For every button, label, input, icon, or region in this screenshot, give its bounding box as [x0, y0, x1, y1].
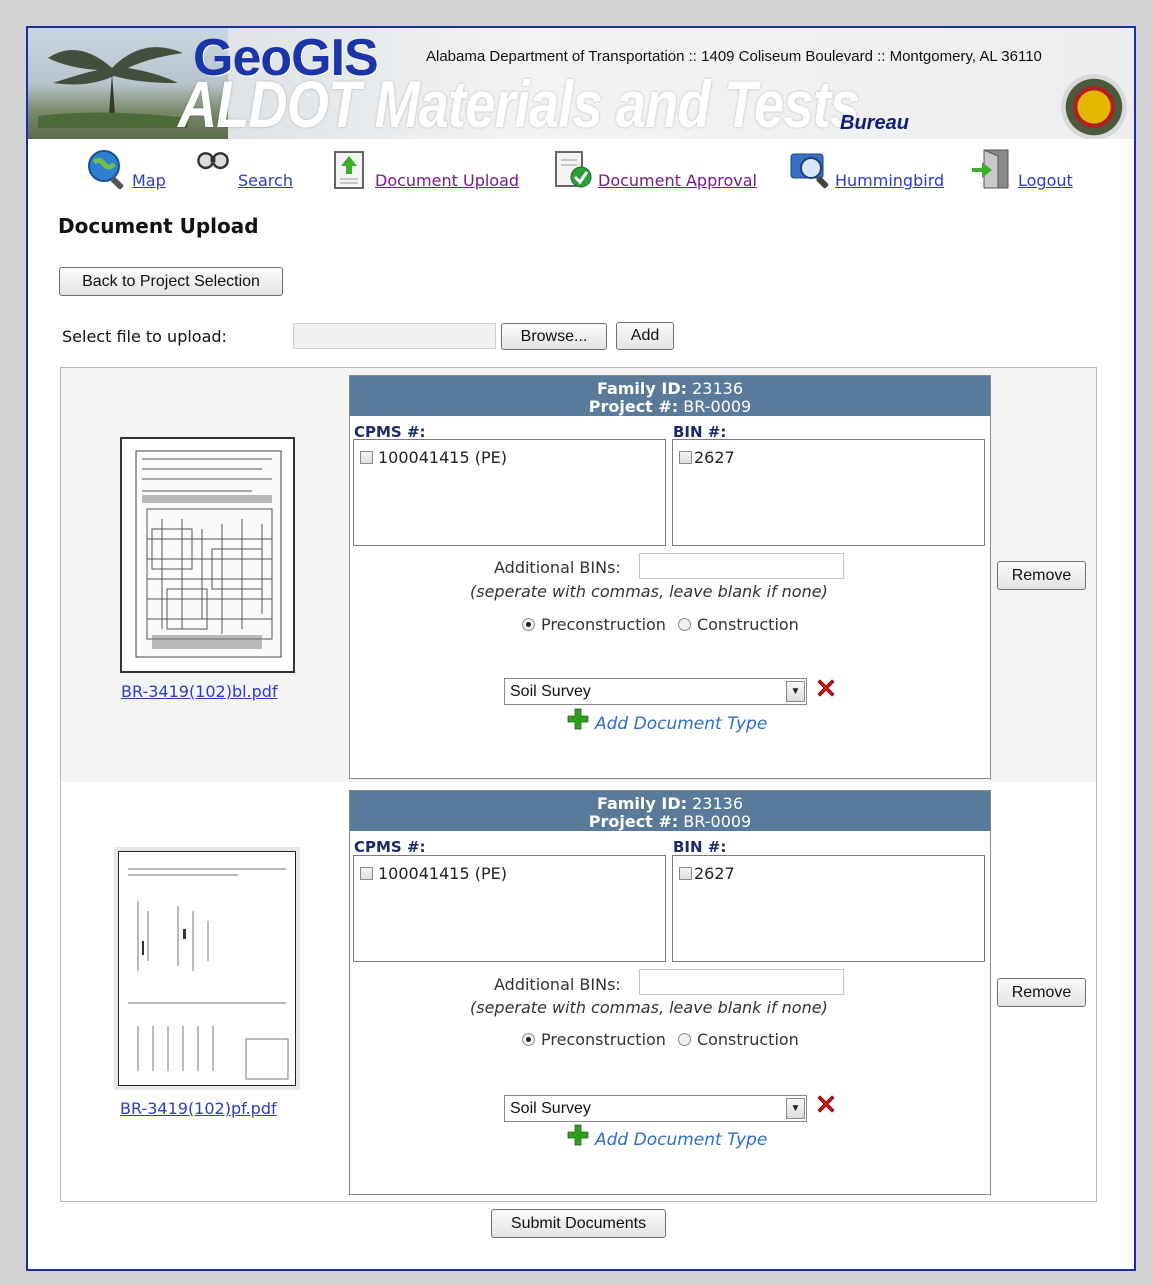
construction-label: Construction [696, 1030, 799, 1049]
logout-door-icon [972, 149, 1009, 189]
browse-button[interactable]: Browse... [501, 323, 607, 350]
nav-map[interactable]: Map [86, 140, 166, 190]
preconstruction-radio[interactable] [522, 1033, 535, 1046]
additional-bins-label: Additional BINs: [494, 558, 621, 577]
cpms-option[interactable]: 100041415 (PE) [360, 864, 507, 883]
family-id-value: 23136 [692, 379, 744, 398]
chevron-down-icon: ▼ [786, 681, 805, 702]
bin-list: 2627 [672, 439, 985, 546]
document-type-value: Soil Survey [510, 1100, 591, 1117]
cpms-list: 100041415 (PE) [353, 855, 666, 962]
chevron-down-icon: ▼ [786, 1098, 805, 1119]
project-label: Project #: [588, 397, 679, 416]
construction-radio[interactable] [677, 618, 691, 631]
page-title: Document Upload [58, 214, 259, 238]
project-value: BR-0009 [683, 812, 752, 831]
document-type-value: Soil Survey [510, 683, 591, 700]
bin-checkbox[interactable] [679, 451, 692, 464]
nav-label-document-approval: Document Approval [598, 171, 757, 190]
bin-option[interactable]: 2627 [679, 864, 735, 883]
nav-label-document-upload: Document Upload [375, 171, 520, 190]
remove-button[interactable]: Remove [997, 978, 1086, 1007]
document-thumbnail[interactable] [120, 437, 295, 673]
bin-label: BIN #: [673, 838, 727, 856]
document-upload-icon [334, 151, 364, 189]
select-file-label: Select file to upload: [62, 327, 227, 346]
phase-radio-group: Preconstruction Construction [522, 1030, 799, 1049]
aldot-seal-icon [1061, 74, 1127, 139]
document-approval-icon [555, 151, 592, 188]
additional-bins-input[interactable] [639, 553, 844, 579]
document-details-panel: Family ID: 23136 Project #: BR-0009 CPMS… [349, 790, 991, 1195]
cpms-option-label: 100041415 (PE) [378, 864, 507, 883]
additional-bins-hint: (seperate with commas, leave blank if no… [470, 582, 828, 601]
bin-option-label: 2627 [694, 864, 735, 883]
document-details-panel: Family ID: 23136 Project #: BR-0009 CPMS… [349, 375, 991, 779]
nav-document-approval[interactable]: Document Approval [552, 140, 757, 190]
add-document-type-link[interactable]: Add Document Type [595, 714, 767, 734]
nav-search[interactable]: Search [192, 140, 293, 190]
bin-list: 2627 [672, 855, 985, 962]
project-value: BR-0009 [683, 397, 752, 416]
additional-bins-input[interactable] [639, 969, 844, 995]
document-thumbnail[interactable] [114, 847, 300, 1090]
add-icon[interactable] [567, 708, 589, 730]
tree-image [38, 47, 188, 128]
bin-option[interactable]: 2627 [679, 448, 735, 467]
additional-bins-hint: (seperate with commas, leave blank if no… [470, 998, 828, 1017]
preconstruction-radio[interactable] [522, 618, 535, 631]
add-document-type-link[interactable]: Add Document Type [595, 1130, 767, 1150]
blueprint-preview [135, 450, 282, 658]
main-nav: Map Search Document Upload Document Appr… [0, 140, 1153, 190]
delete-type-icon[interactable] [815, 677, 837, 699]
binoculars-icon [197, 152, 229, 170]
submit-documents-button[interactable]: Submit Documents [491, 1209, 666, 1238]
cpms-checkbox[interactable] [360, 451, 373, 464]
project-label: Project #: [588, 812, 679, 831]
cpms-label: CPMS #: [354, 838, 426, 856]
nav-hummingbird[interactable]: Hummingbird [789, 140, 944, 190]
panel-header: Family ID: 23136 Project #: BR-0009 [350, 791, 990, 831]
header-banner: GeoGIS Alabama Department of Transportat… [28, 28, 1134, 139]
document-filename-link[interactable]: BR-3419(102)bl.pdf [121, 682, 278, 701]
banner-title: ALDOT Materials and Tests [178, 67, 860, 139]
additional-bins-label: Additional BINs: [494, 975, 621, 994]
hummingbird-search-icon [790, 153, 829, 189]
preconstruction-label: Preconstruction [541, 1030, 666, 1049]
bin-option-label: 2627 [694, 448, 735, 467]
drawing-preview [117, 850, 297, 1087]
file-path-input[interactable] [293, 323, 496, 349]
bin-checkbox[interactable] [679, 867, 692, 880]
family-id-label: Family ID: [596, 794, 688, 813]
banner-subtitle: Bureau [840, 112, 909, 134]
phase-radio-group: Preconstruction Construction [522, 615, 799, 634]
delete-type-icon[interactable] [815, 1093, 837, 1115]
cpms-checkbox[interactable] [360, 867, 373, 880]
preconstruction-label: Preconstruction [541, 615, 666, 634]
construction-radio[interactable] [677, 1033, 691, 1046]
document-filename-link[interactable]: BR-3419(102)pf.pdf [120, 1099, 277, 1118]
cpms-list: 100041415 (PE) [353, 439, 666, 546]
nav-label-search: Search [238, 171, 293, 190]
add-file-button[interactable]: Add [616, 322, 674, 350]
add-icon[interactable] [567, 1124, 589, 1146]
nav-logout[interactable]: Logout [972, 140, 1073, 190]
cpms-option-label: 100041415 (PE) [378, 448, 507, 467]
construction-label: Construction [696, 615, 799, 634]
document-type-select[interactable]: Soil Survey ▼ [504, 1095, 807, 1122]
back-to-project-button[interactable]: Back to Project Selection [59, 267, 283, 296]
nav-document-upload[interactable]: Document Upload [329, 140, 519, 190]
document-type-select[interactable]: Soil Survey ▼ [504, 678, 807, 705]
nav-label-map: Map [132, 171, 166, 190]
cpms-option[interactable]: 100041415 (PE) [360, 448, 507, 467]
panel-header: Family ID: 23136 Project #: BR-0009 [350, 376, 990, 416]
nav-label-hummingbird: Hummingbird [835, 171, 945, 190]
header-address: Alabama Department of Transportation :: … [426, 48, 1042, 65]
remove-button[interactable]: Remove [997, 561, 1086, 590]
nav-label-logout: Logout [1018, 171, 1073, 190]
family-id-label: Family ID: [596, 379, 688, 398]
family-id-value: 23136 [692, 794, 744, 813]
globe-magnifier-icon [88, 150, 124, 190]
